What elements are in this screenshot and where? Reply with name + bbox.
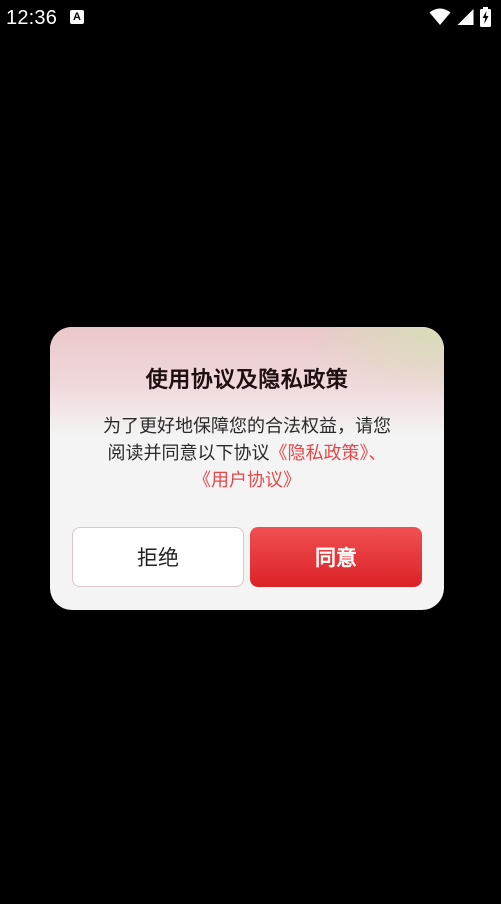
dialog-title: 使用协议及隐私政策 (145, 368, 349, 393)
reject-button[interactable]: 拒绝 (72, 527, 244, 587)
status-icons (429, 7, 491, 27)
cellular-signal-icon (457, 9, 474, 25)
agree-button-label: 同意 (315, 546, 357, 570)
link-separator: 、 (368, 443, 387, 464)
agreement-dialog: 使用协议及隐私政策 为了更好地保障您的合法权益，请您 阅读并同意以下协议《隐私政… (50, 327, 444, 610)
wifi-icon (429, 8, 451, 25)
status-bar: 12:36 A (0, 0, 501, 36)
notification-icon: A (70, 10, 84, 24)
status-time: 12:36 (6, 7, 58, 29)
reject-button-label: 拒绝 (137, 546, 179, 570)
message-line-3: 《用户协议》 (76, 467, 418, 494)
message-line-1: 为了更好地保障您的合法权益，请您 (103, 416, 391, 437)
agree-button[interactable]: 同意 (250, 527, 422, 587)
dialog-message: 为了更好地保障您的合法权益，请您 阅读并同意以下协议《隐私政策》、 《用户协议》 (76, 413, 418, 494)
message-line-2: 阅读并同意以下协议《隐私政策》、 (76, 440, 418, 467)
privacy-policy-link[interactable]: 《隐私政策》 (270, 443, 369, 464)
message-line-2-text: 阅读并同意以下协议 (107, 443, 270, 464)
user-agreement-link[interactable]: 《用户协议》 (193, 470, 301, 491)
battery-charging-icon (480, 7, 491, 27)
